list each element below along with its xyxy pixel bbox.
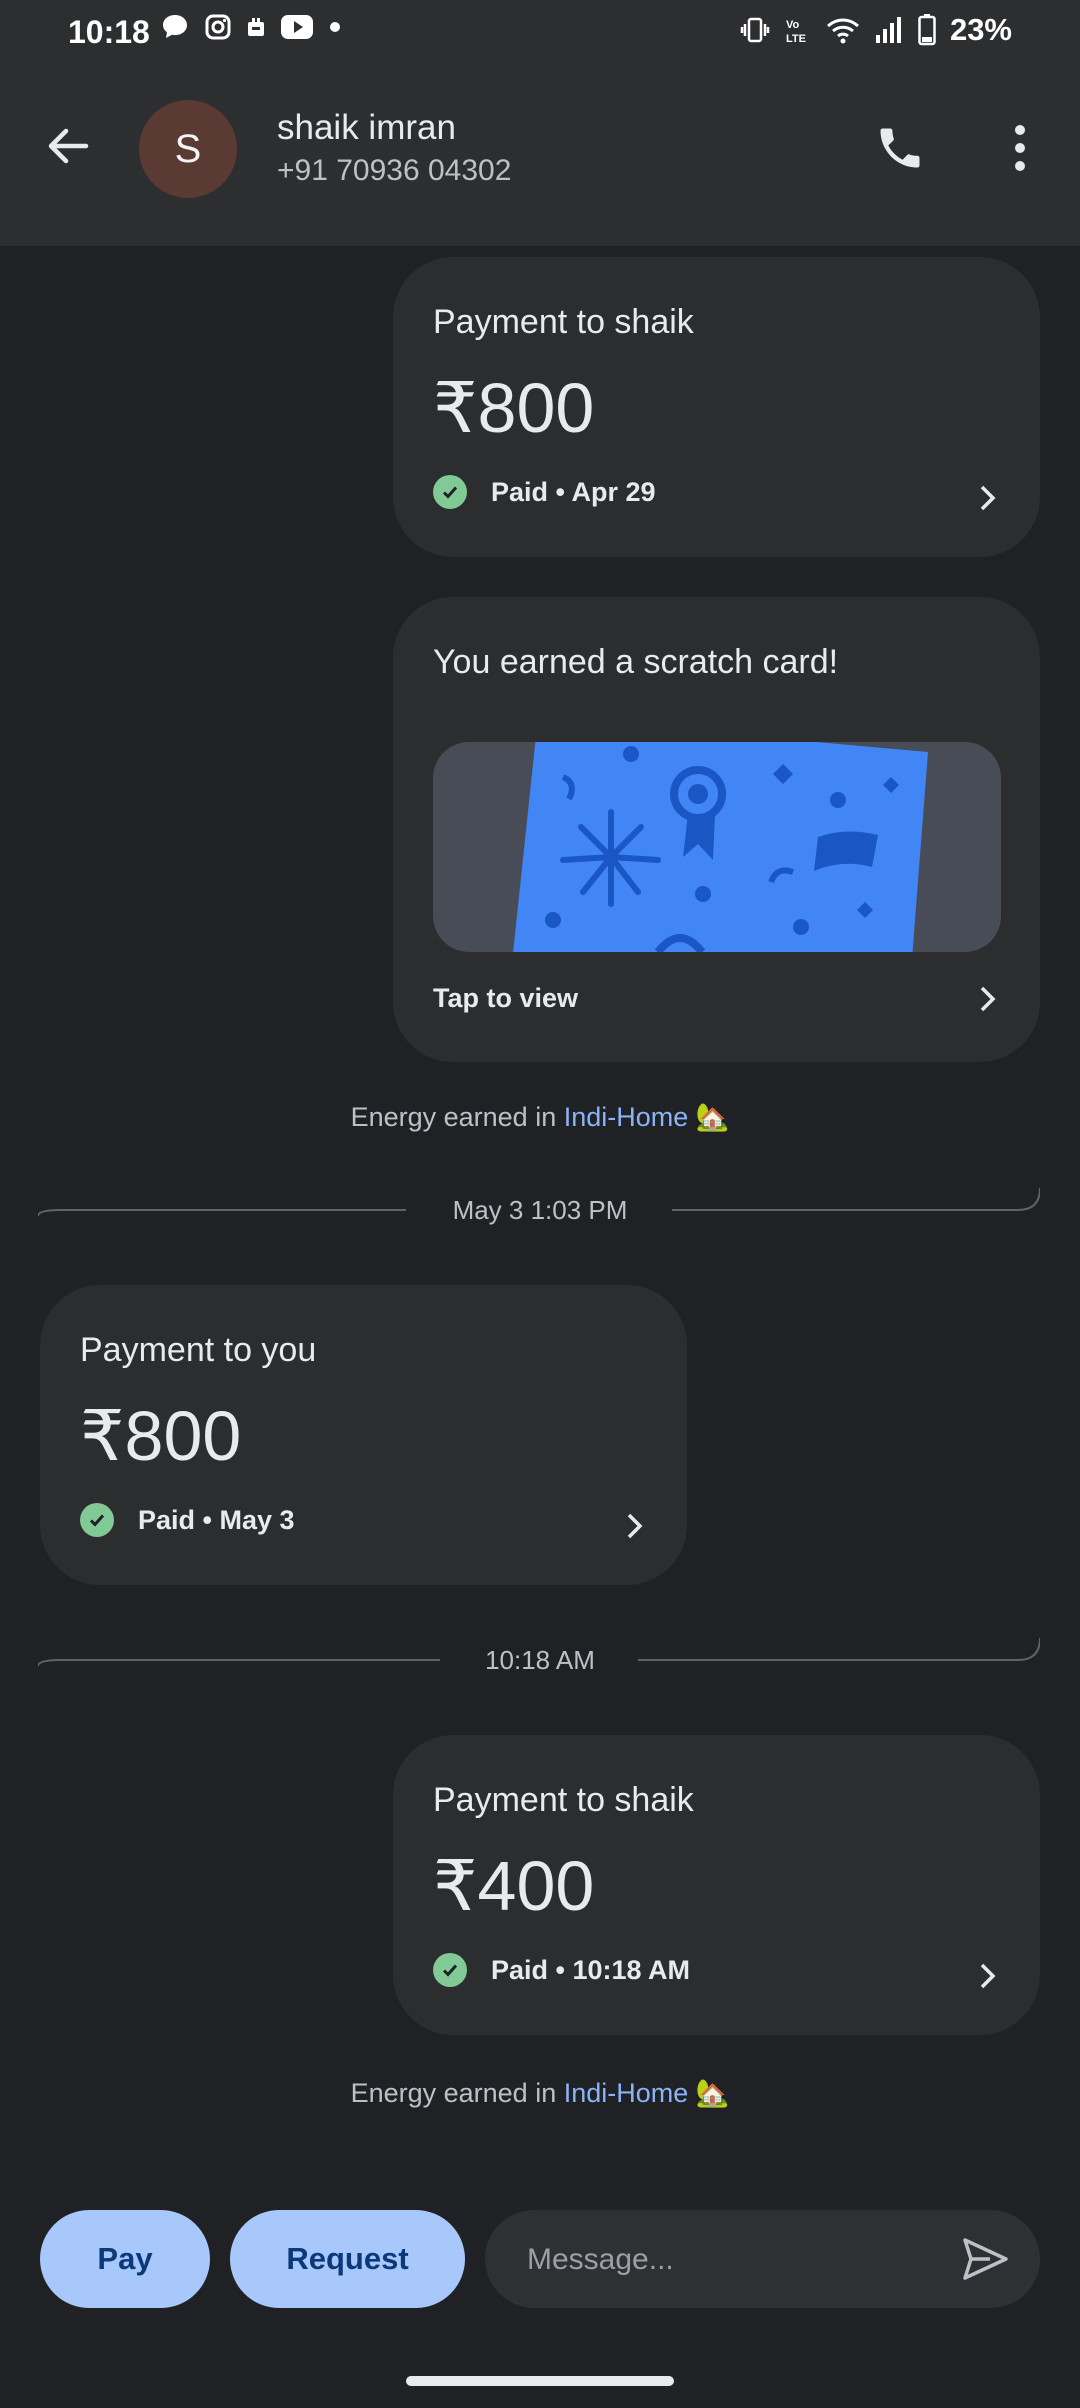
contact-phone: +91 70936 04302 — [277, 154, 512, 187]
vibrate-icon — [740, 17, 770, 43]
paid-check-icon — [433, 1953, 467, 1987]
payment-card[interactable]: Payment to shaik ₹800 Paid • Apr 29 — [393, 257, 1040, 557]
message-box — [485, 2210, 1040, 2310]
svg-text:LTE: LTE — [786, 33, 806, 45]
house-emoji-icon: 🏡 — [695, 1102, 730, 1132]
status-time: 10:18 — [68, 14, 150, 50]
time-divider-label: 10:18 AM — [485, 1645, 595, 1675]
message-input[interactable] — [525, 2210, 929, 2310]
pay-button[interactable]: Pay — [40, 2210, 210, 2308]
scratch-card-preview[interactable] — [433, 742, 1001, 952]
more-options-icon[interactable] — [1010, 122, 1030, 174]
payment-amount: ₹800 — [433, 369, 595, 447]
chevron-right-icon — [980, 485, 996, 511]
house-emoji-icon: 🏡 — [695, 2078, 730, 2108]
svg-text:Vo: Vo — [786, 19, 800, 31]
payment-title: Payment to you — [80, 1331, 317, 1369]
avatar[interactable]: S — [139, 100, 237, 198]
battery-percent: 23% — [949, 12, 1012, 47]
tap-to-view-label: Tap to view — [433, 983, 579, 1013]
payment-status-text: Paid • 10:18 AM — [491, 1954, 691, 1985]
paid-check-icon — [80, 1503, 114, 1537]
energy-prefix: Energy earned in — [350, 1102, 557, 1132]
payment-status-text: Paid • Apr 29 — [491, 476, 656, 507]
scratch-card-message[interactable]: You earned a scratch card! Tap to view — [393, 597, 1040, 1062]
payment-amount: ₹400 — [433, 1847, 595, 1925]
chevron-right-icon — [980, 986, 996, 1012]
energy-prefix: Energy earned in — [350, 2078, 557, 2108]
more-notifications-dot-icon — [330, 22, 340, 32]
payment-status: Paid • May 3 — [80, 1503, 295, 1537]
composer-bar: Pay Request — [0, 2210, 1080, 2310]
energy-earned-note: Energy earned in Indi-Home 🏡 — [0, 1101, 1080, 1133]
instagram-icon — [205, 14, 231, 40]
signal-icon — [875, 17, 901, 43]
scratch-card-illustration — [513, 742, 928, 952]
payment-status-text: Paid • May 3 — [138, 1504, 295, 1535]
payment-card[interactable]: Payment to you ₹800 Paid • May 3 — [40, 1285, 687, 1585]
status-bar: 10:18 Vo LTE 23% — [0, 0, 1080, 70]
home-gesture-bar[interactable] — [406, 2376, 674, 2386]
phone-call-icon[interactable] — [874, 122, 926, 174]
scratch-card-title: You earned a scratch card! — [433, 643, 839, 681]
paid-check-icon — [433, 475, 467, 509]
wifi-icon — [826, 18, 859, 44]
payment-title: Payment to shaik — [433, 1781, 694, 1819]
indi-home-link[interactable]: Indi-Home — [564, 2078, 689, 2108]
back-arrow-icon[interactable] — [42, 120, 94, 172]
conversation-header: S shaik imran +91 70936 04302 — [0, 70, 1080, 246]
payment-title: Payment to shaik — [433, 303, 694, 341]
message-notification-icon — [163, 15, 187, 38]
energy-earned-note: Energy earned in Indi-Home 🏡 — [0, 2077, 1080, 2109]
payment-status: Paid • 10:18 AM — [433, 1953, 690, 1987]
app-notification-icon — [248, 18, 264, 36]
send-icon[interactable] — [960, 2234, 1010, 2284]
request-button[interactable]: Request — [230, 2210, 465, 2308]
volte-icon: Vo LTE — [786, 19, 806, 45]
contact-name: shaik imran — [277, 108, 456, 147]
system-icons: Vo LTE 23% — [740, 12, 1012, 48]
chevron-right-icon — [627, 1513, 643, 1539]
payment-amount: ₹800 — [80, 1397, 242, 1475]
payment-status: Paid • Apr 29 — [433, 475, 656, 509]
date-divider-label: May 3 1:03 PM — [452, 1195, 628, 1225]
youtube-icon — [281, 15, 313, 39]
indi-home-link[interactable]: Indi-Home — [564, 1102, 689, 1132]
battery-icon — [918, 14, 936, 46]
notification-icons — [160, 12, 342, 42]
chevron-right-icon — [980, 1963, 996, 1989]
payment-card[interactable]: Payment to shaik ₹400 Paid • 10:18 AM — [393, 1735, 1040, 2035]
